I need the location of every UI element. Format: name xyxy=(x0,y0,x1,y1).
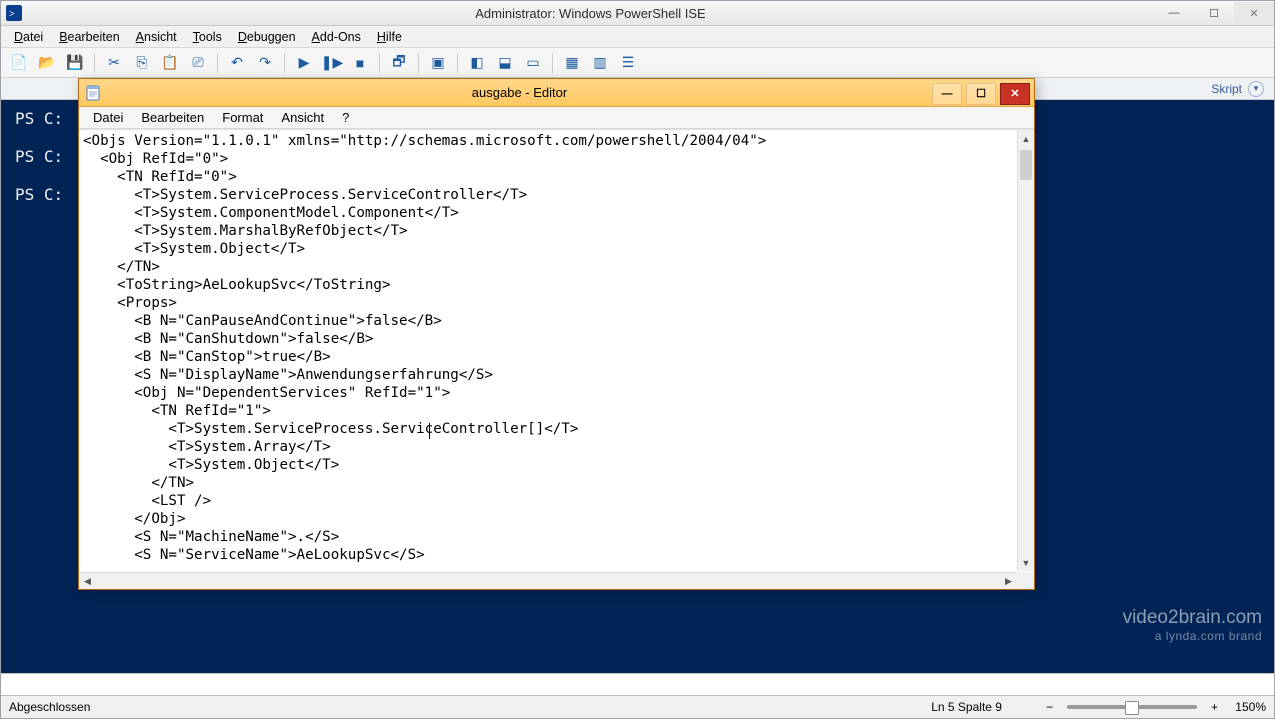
separator xyxy=(418,53,419,73)
text-caret xyxy=(429,423,430,439)
scroll-thumb[interactable] xyxy=(1020,150,1032,180)
zoom-plus[interactable]: + xyxy=(1207,700,1222,714)
layout-sidebyside-icon[interactable]: ◧ xyxy=(465,51,489,75)
divider-strip xyxy=(1,673,1274,695)
run-selection-icon[interactable]: ❚▶ xyxy=(320,51,344,75)
separator xyxy=(284,53,285,73)
separator xyxy=(457,53,458,73)
ise-titlebar[interactable]: > Administrator: Windows PowerShell ISE … xyxy=(1,1,1274,26)
chevron-down-icon[interactable]: ▾ xyxy=(1248,81,1264,97)
save-icon[interactable]: 💾 xyxy=(63,51,87,75)
editor-textarea[interactable]: <Objs Version="1.1.0.1" xmlns="http://sc… xyxy=(83,132,1016,571)
watermark-line2: a lynda.com brand xyxy=(1123,627,1262,645)
separator xyxy=(379,53,380,73)
menu-ansicht[interactable]: Ansicht xyxy=(129,29,184,45)
maximize-button[interactable]: ☐ xyxy=(1194,2,1234,25)
new-remote-icon[interactable]: 🗗 xyxy=(387,51,411,75)
launch-ps-icon[interactable]: ▣ xyxy=(426,51,450,75)
separator xyxy=(94,53,95,73)
zoom-value: 150% xyxy=(1222,700,1266,714)
editor-body: <Objs Version="1.1.0.1" xmlns="http://sc… xyxy=(79,129,1034,589)
show-addon-icon[interactable]: ▥ xyxy=(588,51,612,75)
ise-icon: > xyxy=(1,5,27,21)
show-command-icon[interactable]: ▦ xyxy=(560,51,584,75)
menu-hilfe[interactable]: Hilfe xyxy=(370,29,409,45)
separator xyxy=(552,53,553,73)
zoom-slider[interactable] xyxy=(1067,705,1197,709)
svg-text:>: > xyxy=(9,9,15,20)
new-file-icon[interactable]: 📄 xyxy=(7,51,31,75)
cut-icon[interactable]: ✂ xyxy=(102,51,126,75)
redo-icon[interactable]: ↷ xyxy=(253,51,277,75)
menu-tools[interactable]: Tools xyxy=(186,29,229,45)
menu-add-ons[interactable]: Add-Ons xyxy=(305,29,368,45)
status-position: Ln 5 Spalte 9 xyxy=(931,700,1002,714)
editor-menu-format[interactable]: Format xyxy=(214,109,271,126)
ise-title: Administrator: Windows PowerShell ISE xyxy=(27,6,1154,21)
menu-debuggen[interactable]: Debuggen xyxy=(231,29,303,45)
ise-menubar: DateiBearbeitenAnsichtToolsDebuggenAdd-O… xyxy=(1,26,1274,48)
menu-datei[interactable]: Datei xyxy=(7,29,50,45)
ise-statusbar: Abgeschlossen Ln 5 Spalte 9 − + 150% xyxy=(1,695,1274,718)
editor-menu-bearbeiten[interactable]: Bearbeiten xyxy=(133,109,212,126)
editor-window[interactable]: ausgabe - Editor — ☐ ✕ DateiBearbeitenFo… xyxy=(78,78,1035,590)
scroll-down-icon[interactable]: ▼ xyxy=(1018,554,1034,571)
vertical-scrollbar[interactable]: ▲ ▼ xyxy=(1017,130,1034,571)
status-left: Abgeschlossen xyxy=(9,700,90,714)
horizontal-scrollbar[interactable]: ◀ ▶ xyxy=(79,572,1017,589)
zoom-minus[interactable]: − xyxy=(1042,700,1057,714)
editor-close-button[interactable]: ✕ xyxy=(1000,83,1030,105)
editor-menu-ansicht[interactable]: Ansicht xyxy=(273,109,332,126)
scroll-up-icon[interactable]: ▲ xyxy=(1018,130,1034,147)
open-file-icon[interactable]: 📂 xyxy=(35,51,59,75)
run-icon[interactable]: ▶ xyxy=(292,51,316,75)
skript-label: Skript xyxy=(1211,82,1242,96)
options-icon[interactable]: ☰ xyxy=(616,51,640,75)
scroll-left-icon[interactable]: ◀ xyxy=(79,573,96,589)
ise-toolbar: 📄📂💾 ✂⎘📋⎚ ↶↷ ▶❚▶■ 🗗 ▣ ◧⬓▭ ▦▥☰ xyxy=(1,48,1274,78)
scroll-corner xyxy=(1017,572,1034,589)
editor-minimize-button[interactable]: — xyxy=(932,83,962,105)
layout-stacked-icon[interactable]: ⬓ xyxy=(493,51,517,75)
copy-icon[interactable]: ⎘ xyxy=(130,51,154,75)
close-button[interactable]: ✕ xyxy=(1234,2,1274,25)
minimize-button[interactable]: — xyxy=(1154,2,1194,25)
separator xyxy=(217,53,218,73)
editor-menubar: DateiBearbeitenFormatAnsicht? xyxy=(79,107,1034,129)
editor-menu-help[interactable]: ? xyxy=(334,109,357,126)
layout-single-icon[interactable]: ▭ xyxy=(521,51,545,75)
editor-menu-datei[interactable]: Datei xyxy=(85,109,131,126)
stop-icon[interactable]: ■ xyxy=(348,51,372,75)
editor-maximize-button[interactable]: ☐ xyxy=(966,83,996,105)
notepad-icon xyxy=(79,85,107,101)
watermark: video2brain.com a lynda.com brand xyxy=(1123,609,1262,645)
menu-bearbeiten[interactable]: Bearbeiten xyxy=(52,29,126,45)
watermark-line1: video2brain.com xyxy=(1123,607,1262,628)
scroll-right-icon[interactable]: ▶ xyxy=(1000,573,1017,589)
clear-icon[interactable]: ⎚ xyxy=(186,51,210,75)
paste-icon[interactable]: 📋 xyxy=(158,51,182,75)
editor-title: ausgabe - Editor xyxy=(107,85,932,100)
editor-titlebar[interactable]: ausgabe - Editor — ☐ ✕ xyxy=(79,79,1034,107)
undo-icon[interactable]: ↶ xyxy=(225,51,249,75)
